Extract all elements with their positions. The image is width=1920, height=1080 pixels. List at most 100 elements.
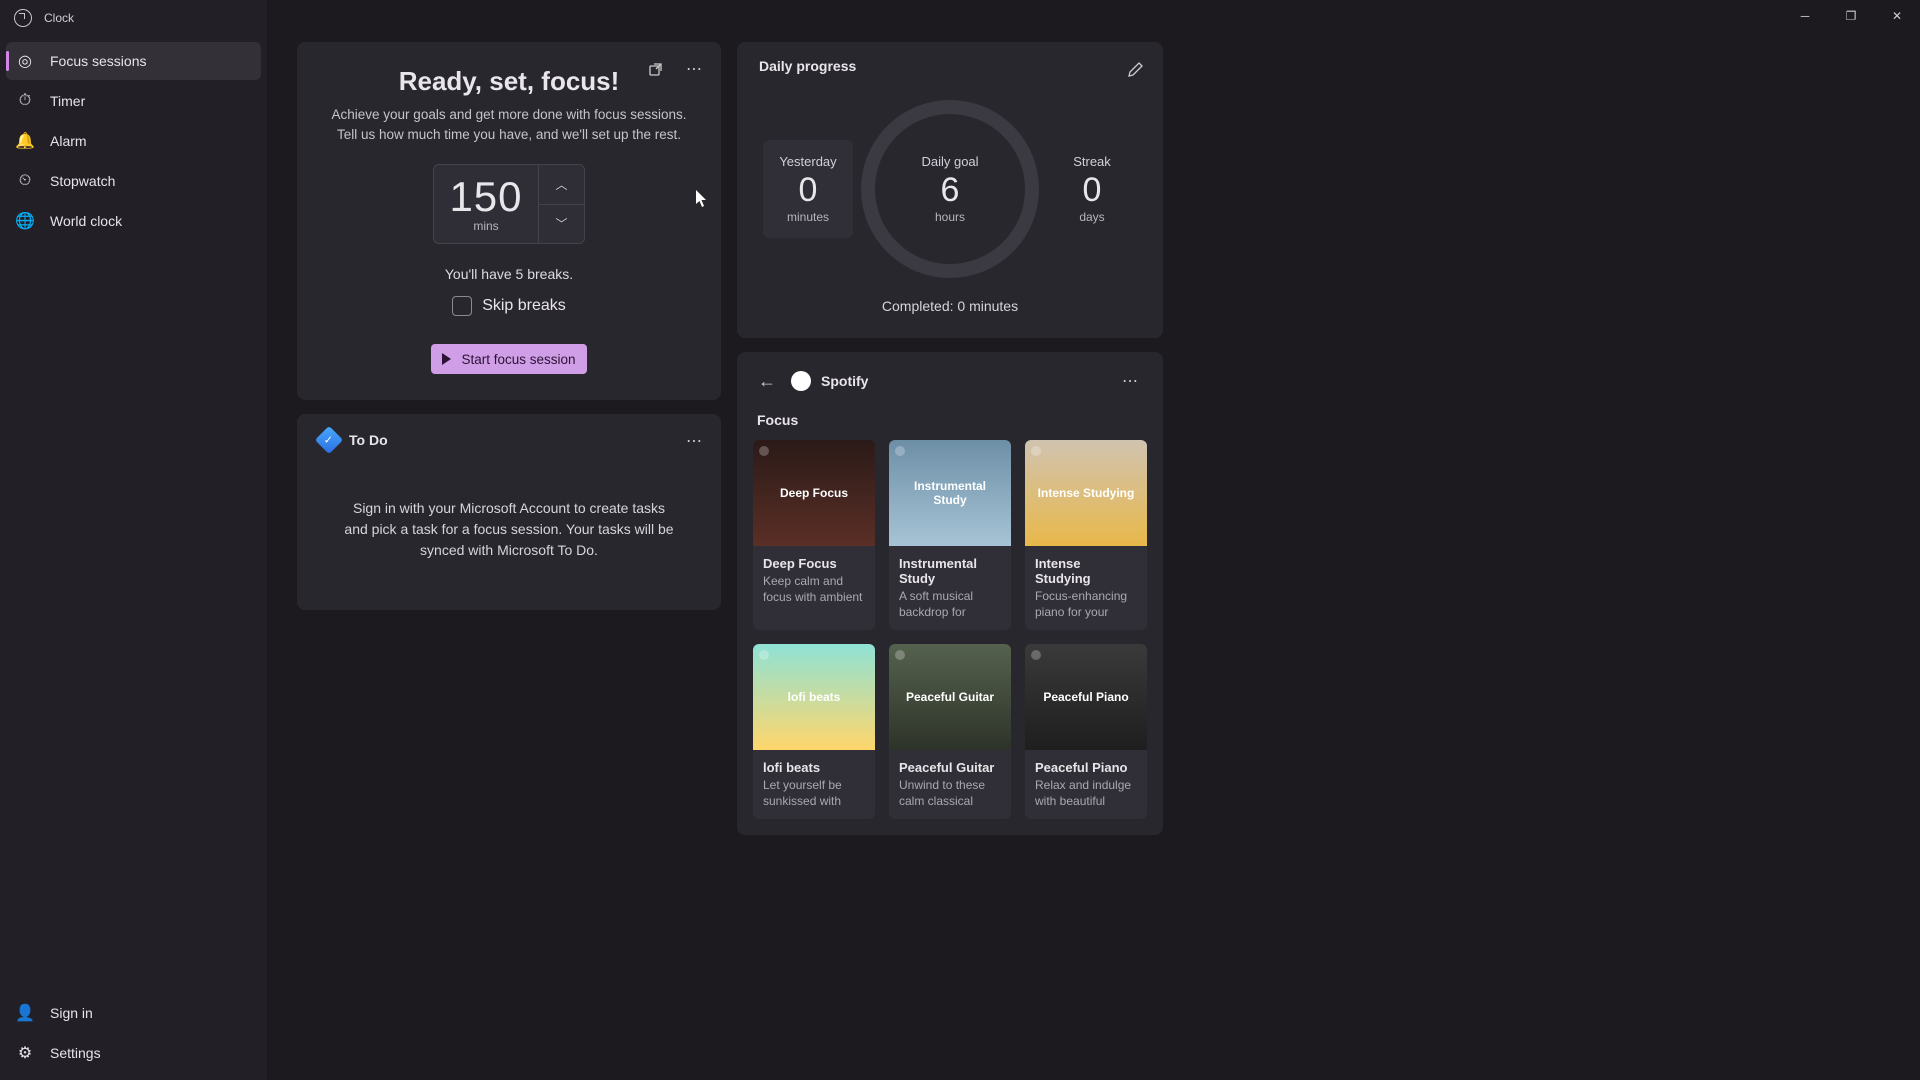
more-button[interactable]: ⋯ — [677, 424, 711, 458]
more-button[interactable]: ⋯ — [1113, 364, 1147, 398]
sidebar-item-settings[interactable]: ⚙ Settings — [6, 1034, 261, 1072]
app-title-bar: Clock — [0, 0, 267, 36]
edit-goal-button[interactable] — [1119, 52, 1153, 86]
skip-breaks-label: Skip breaks — [482, 297, 566, 315]
app-title: Clock — [44, 11, 74, 25]
close-button[interactable]: ✕ — [1874, 0, 1920, 32]
playlist-description: A soft musical backdrop for your... — [889, 588, 1011, 620]
sidebar-item-world-clock[interactable]: 🌐 World clock — [6, 202, 261, 240]
sidebar-item-label: Settings — [50, 1045, 101, 1061]
duration-increase-button[interactable]: ︿ — [539, 165, 584, 205]
breaks-text: You'll have 5 breaks. — [319, 266, 699, 282]
playlist-title: lofi beats — [753, 750, 875, 777]
stat-label: Daily goal — [921, 154, 978, 169]
sidebar-item-label: Focus sessions — [50, 53, 146, 69]
spotify-title: Spotify — [821, 373, 868, 389]
playlist-description: Let yourself be sunkissed with bea... — [753, 777, 875, 809]
daily-progress-card: Daily progress Yesterday 0 minutes Daily… — [737, 42, 1163, 338]
playlist-cover: Intense Studying — [1025, 440, 1147, 546]
playlist-title: Instrumental Study — [889, 546, 1011, 588]
sidebar-item-timer[interactable]: ⏱ Timer — [6, 82, 261, 120]
stopwatch-icon: ⏲ — [16, 172, 34, 190]
duration-input[interactable]: 150 mins ︿ ﹀ — [433, 164, 585, 244]
streak-stat: Streak 0 days — [1047, 154, 1137, 224]
playlist-description: Relax and indulge with beautiful pian... — [1025, 777, 1147, 809]
playlist-card[interactable]: lofi beatslofi beatsLet yourself be sunk… — [753, 644, 875, 819]
stat-unit: days — [1079, 210, 1104, 224]
completed-text: Completed: 0 minutes — [759, 298, 1141, 314]
more-icon: ⋯ — [686, 59, 702, 79]
playlist-description: Keep calm and focus with ambient and... — [753, 573, 875, 605]
playlist-card[interactable]: Instrumental StudyInstrumental StudyA so… — [889, 440, 1011, 630]
target-icon: ◎ — [16, 52, 34, 70]
alarm-icon: 🔔 — [16, 132, 34, 150]
sidebar-item-label: Alarm — [50, 133, 87, 149]
clock-icon — [14, 9, 32, 27]
more-button[interactable]: ⋯ — [677, 52, 711, 86]
user-icon: 👤 — [16, 1004, 34, 1022]
todo-title: To Do — [349, 432, 388, 448]
timer-icon: ⏱ — [16, 92, 34, 110]
focus-subtitle: Achieve your goals and get more done wit… — [319, 105, 699, 144]
playlist-title: Deep Focus — [753, 546, 875, 573]
sidebar-item-label: World clock — [50, 213, 122, 229]
sidebar-item-signin[interactable]: 👤 Sign in — [6, 994, 261, 1032]
main-content: ⋯ Ready, set, focus! Achieve your goals … — [267, 0, 1920, 1080]
playlist-cover: Peaceful Guitar — [889, 644, 1011, 750]
playlist-cover: Deep Focus — [753, 440, 875, 546]
maximize-button[interactable]: ❐ — [1828, 0, 1874, 32]
popout-icon — [648, 61, 664, 77]
stat-value: 0 — [1083, 171, 1102, 210]
keep-on-top-button[interactable] — [639, 52, 673, 86]
playlist-card[interactable]: Intense StudyingIntense StudyingFocus-en… — [1025, 440, 1147, 630]
spotify-card: ← Spotify ⋯ Focus Deep FocusDeep FocusKe… — [737, 352, 1163, 835]
daily-goal-ring: Daily goal 6 hours — [861, 100, 1039, 278]
stat-label: Streak — [1073, 154, 1111, 169]
focus-session-card: ⋯ Ready, set, focus! Achieve your goals … — [297, 42, 721, 400]
sidebar-item-label: Stopwatch — [50, 173, 115, 189]
sidebar-item-alarm[interactable]: 🔔 Alarm — [6, 122, 261, 160]
playlist-cover: Peaceful Piano — [1025, 644, 1147, 750]
todo-app-icon — [315, 426, 343, 454]
sidebar: Clock ◎ Focus sessions ⏱ Timer 🔔 Alarm ⏲… — [0, 0, 267, 1080]
playlist-description: Unwind to these calm classical guit... — [889, 777, 1011, 809]
stat-value: 0 — [799, 171, 818, 210]
yesterday-stat: Yesterday 0 minutes — [763, 140, 853, 238]
todo-body-text: Sign in with your Microsoft Account to c… — [319, 498, 699, 561]
playlist-title: Intense Studying — [1025, 546, 1147, 588]
duration-decrease-button[interactable]: ﹀ — [539, 205, 584, 244]
sidebar-item-focus-sessions[interactable]: ◎ Focus sessions — [6, 42, 261, 80]
stat-value: 6 — [941, 171, 960, 210]
duration-value: 150 — [449, 173, 522, 221]
gear-icon: ⚙ — [16, 1044, 34, 1062]
playlist-description: Focus-enhancing piano for your stu... — [1025, 588, 1147, 620]
sidebar-item-label: Sign in — [50, 1005, 93, 1021]
stat-unit: hours — [935, 210, 965, 224]
playlist-card[interactable]: Deep FocusDeep FocusKeep calm and focus … — [753, 440, 875, 630]
playlist-title: Peaceful Guitar — [889, 750, 1011, 777]
duration-unit: mins — [473, 219, 498, 233]
playlist-cover: lofi beats — [753, 644, 875, 750]
playlist-title: Peaceful Piano — [1025, 750, 1147, 777]
start-focus-button[interactable]: Start focus session — [431, 344, 587, 374]
chevron-up-icon: ︿ — [555, 176, 567, 193]
spotify-back-button[interactable]: ← — [753, 371, 781, 392]
stat-label: Yesterday — [779, 154, 836, 169]
more-icon: ⋯ — [686, 431, 702, 451]
playlist-cover: Instrumental Study — [889, 440, 1011, 546]
skip-breaks-checkbox[interactable] — [452, 296, 472, 316]
daily-progress-title: Daily progress — [759, 58, 1141, 74]
stat-unit: minutes — [787, 210, 829, 224]
playlist-card[interactable]: Peaceful PianoPeaceful PianoRelax and in… — [1025, 644, 1147, 819]
start-focus-label: Start focus session — [461, 352, 575, 367]
todo-card: ⋯ To Do Sign in with your Microsoft Acco… — [297, 414, 721, 610]
spotify-logo-icon — [791, 371, 811, 391]
playlist-card[interactable]: Peaceful GuitarPeaceful GuitarUnwind to … — [889, 644, 1011, 819]
minimize-button[interactable]: ─ — [1782, 0, 1828, 32]
play-icon — [442, 353, 451, 365]
arrow-left-icon: ← — [758, 371, 776, 392]
sidebar-item-label: Timer — [50, 93, 85, 109]
chevron-down-icon: ﹀ — [555, 215, 567, 232]
pencil-icon — [1128, 61, 1144, 77]
sidebar-item-stopwatch[interactable]: ⏲ Stopwatch — [6, 162, 261, 200]
